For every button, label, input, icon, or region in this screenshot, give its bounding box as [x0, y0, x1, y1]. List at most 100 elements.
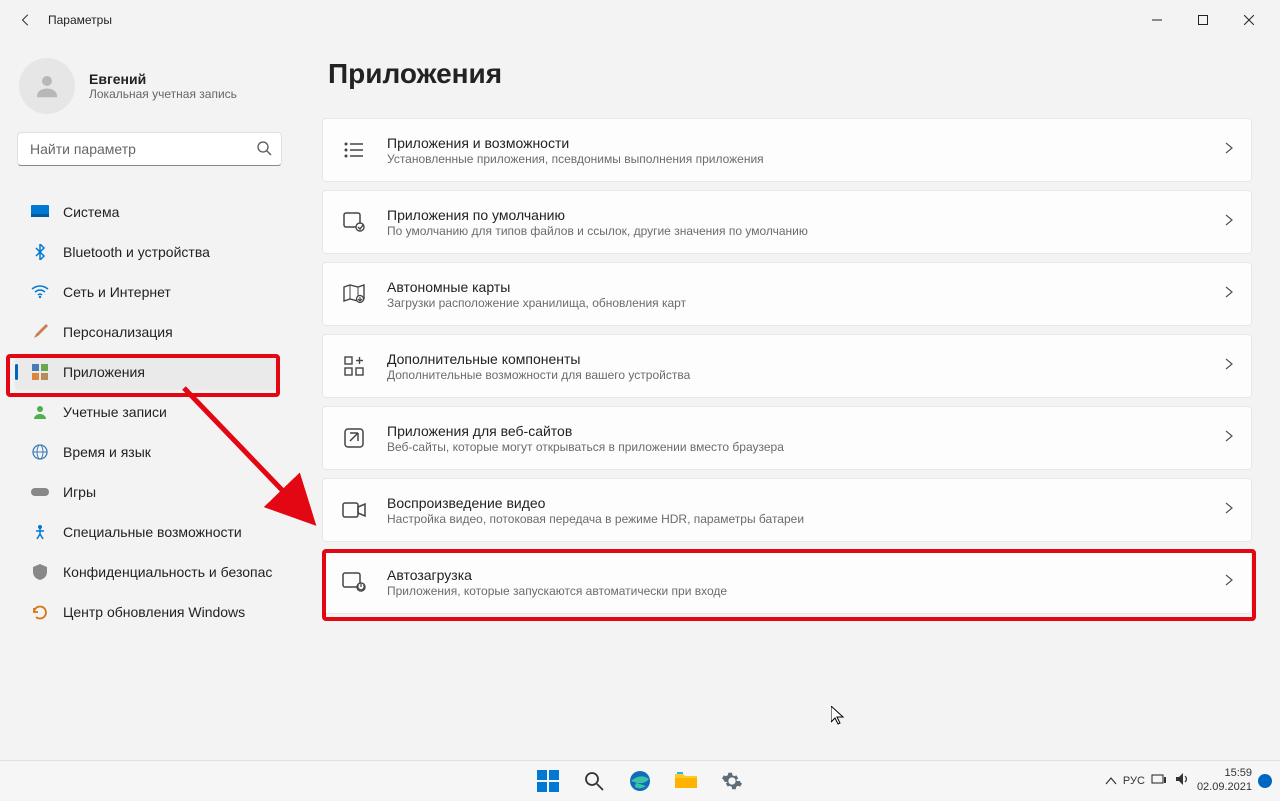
chevron-right-icon — [1225, 285, 1233, 303]
nav-label: Центр обновления Windows — [63, 604, 245, 620]
sidebar-item-windows-update[interactable]: Центр обновления Windows — [15, 594, 280, 630]
chevron-right-icon — [1225, 357, 1233, 375]
window-title: Параметры — [48, 13, 112, 27]
chevron-right-icon — [1225, 501, 1233, 519]
nav-label: Учетные записи — [63, 404, 167, 420]
card-title: Дополнительные компоненты — [387, 351, 1225, 367]
sidebar-item-apps[interactable]: Приложения — [15, 354, 280, 390]
tray-chevron-up-icon[interactable] — [1105, 774, 1117, 788]
taskbar-clock[interactable]: 15:59 02.09.2021 — [1197, 767, 1252, 793]
card-sub: Приложения, которые запускаются автомати… — [387, 584, 1225, 598]
apps-icon — [31, 363, 49, 381]
tray-notification-badge[interactable] — [1258, 774, 1272, 788]
minimize-button[interactable] — [1134, 4, 1180, 36]
bluetooth-icon — [31, 243, 49, 261]
taskbar-search-button[interactable] — [574, 761, 614, 801]
nav-label: Bluetooth и устройства — [63, 244, 210, 260]
brush-icon — [31, 323, 49, 341]
tray-date: 02.09.2021 — [1197, 781, 1252, 794]
gamepad-icon — [31, 483, 49, 501]
nav-label: Специальные возможности — [63, 524, 242, 540]
tray-volume-icon[interactable] — [1175, 772, 1191, 789]
maximize-button[interactable] — [1180, 4, 1226, 36]
user-block[interactable]: Евгений Локальная учетная запись — [19, 58, 304, 114]
globe-icon — [31, 443, 49, 461]
chevron-right-icon — [1225, 429, 1233, 447]
card-default-apps[interactable]: Приложения по умолчаниюПо умолчанию для … — [322, 190, 1252, 254]
card-sub: Установленные приложения, псевдонимы вып… — [387, 152, 1225, 166]
nav-label: Приложения — [63, 364, 145, 380]
window-controls — [1134, 4, 1272, 36]
nav-label: Система — [63, 204, 119, 220]
page-title: Приложения — [328, 58, 1252, 90]
close-button[interactable] — [1226, 4, 1272, 36]
avatar — [19, 58, 75, 114]
search-box — [17, 132, 282, 166]
tray-network-icon[interactable] — [1151, 772, 1167, 789]
nav-label: Персонализация — [63, 324, 173, 340]
card-sub: Настройка видео, потоковая передача в ре… — [387, 512, 1225, 526]
card-sub: Веб-сайты, которые могут открываться в п… — [387, 440, 1225, 454]
card-title: Приложения по умолчанию — [387, 207, 1225, 223]
video-icon — [341, 497, 367, 523]
taskbar-center — [528, 761, 752, 801]
card-video-playback[interactable]: Воспроизведение видеоНастройка видео, по… — [322, 478, 1252, 542]
card-title: Автозагрузка — [387, 567, 1225, 583]
sidebar-item-bluetooth[interactable]: Bluetooth и устройства — [15, 234, 280, 270]
nav-label: Игры — [63, 484, 96, 500]
card-offline-maps[interactable]: Автономные картыЗагрузки расположение хр… — [322, 262, 1252, 326]
sidebar-item-accounts[interactable]: Учетные записи — [15, 394, 280, 430]
card-apps-features[interactable]: Приложения и возможностиУстановленные пр… — [322, 118, 1252, 182]
card-sub: Дополнительные возможности для вашего ус… — [387, 368, 1225, 382]
nav-label: Конфиденциальность и безопас — [63, 564, 272, 580]
start-button[interactable] — [528, 761, 568, 801]
nav-label: Время и язык — [63, 444, 151, 460]
taskbar-tray: РУС 15:59 02.09.2021 — [1105, 767, 1280, 793]
accessibility-icon — [31, 523, 49, 541]
nav-label: Сеть и Интернет — [63, 284, 171, 300]
card-startup[interactable]: АвтозагрузкаПриложения, которые запускаю… — [322, 550, 1252, 614]
content-area: Приложения Приложения и возможностиУстан… — [304, 40, 1280, 760]
accounts-icon — [31, 403, 49, 421]
user-subtitle: Локальная учетная запись — [89, 87, 237, 101]
shield-icon — [31, 563, 49, 581]
card-title: Приложения и возможности — [387, 135, 1225, 151]
update-icon — [31, 603, 49, 621]
sidebar-item-personalization[interactable]: Персонализация — [15, 314, 280, 350]
nav-list: Система Bluetooth и устройства Сеть и Ин… — [15, 194, 304, 630]
taskbar-edge-button[interactable] — [620, 761, 660, 801]
map-icon — [341, 281, 367, 307]
card-sub: Загрузки расположение хранилища, обновле… — [387, 296, 1225, 310]
back-button[interactable] — [8, 2, 44, 38]
website-icon — [341, 425, 367, 451]
sidebar-item-system[interactable]: Система — [15, 194, 280, 230]
taskbar-explorer-button[interactable] — [666, 761, 706, 801]
sidebar-item-network[interactable]: Сеть и Интернет — [15, 274, 280, 310]
wifi-icon — [31, 283, 49, 301]
default-apps-icon — [341, 209, 367, 235]
card-optional-features[interactable]: Дополнительные компонентыДополнительные … — [322, 334, 1252, 398]
chevron-right-icon — [1225, 141, 1233, 159]
search-input[interactable] — [17, 132, 282, 166]
system-icon — [31, 203, 49, 221]
tray-language[interactable]: РУС — [1123, 775, 1145, 787]
tray-time: 15:59 — [1197, 767, 1252, 780]
sidebar-item-accessibility[interactable]: Специальные возможности — [15, 514, 280, 550]
card-apps-websites[interactable]: Приложения для веб-сайтовВеб-сайты, кото… — [322, 406, 1252, 470]
user-name: Евгений — [89, 71, 237, 87]
sidebar-item-privacy[interactable]: Конфиденциальность и безопас — [15, 554, 280, 590]
sidebar-item-time-language[interactable]: Время и язык — [15, 434, 280, 470]
titlebar: Параметры — [0, 0, 1280, 40]
card-sub: По умолчанию для типов файлов и ссылок, … — [387, 224, 1225, 238]
startup-icon — [341, 569, 367, 595]
components-icon — [341, 353, 367, 379]
search-icon — [256, 140, 272, 161]
card-title: Приложения для веб-сайтов — [387, 423, 1225, 439]
sidebar-item-gaming[interactable]: Игры — [15, 474, 280, 510]
chevron-right-icon — [1225, 213, 1233, 231]
card-title: Автономные карты — [387, 279, 1225, 295]
list-icon — [341, 137, 367, 163]
sidebar: Евгений Локальная учетная запись Система… — [0, 40, 304, 760]
chevron-right-icon — [1225, 573, 1233, 591]
taskbar-settings-button[interactable] — [712, 761, 752, 801]
